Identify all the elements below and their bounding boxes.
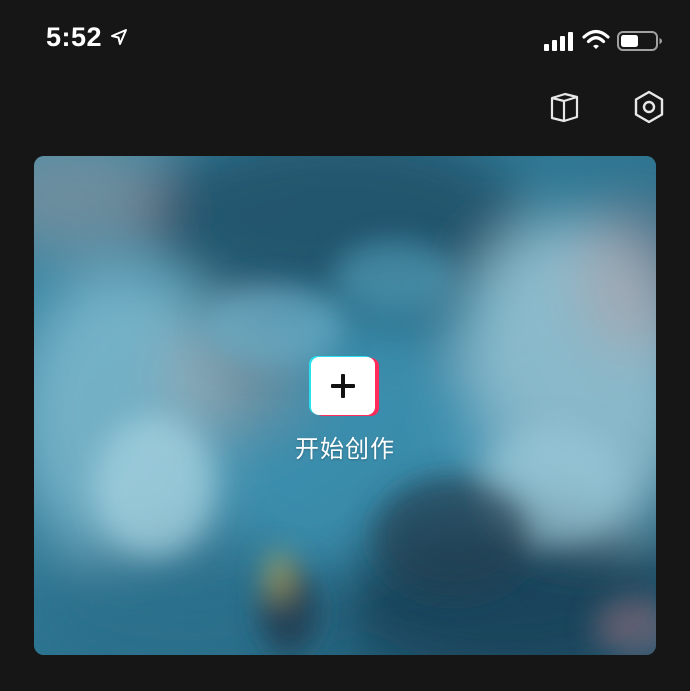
plus-icon bbox=[331, 374, 355, 398]
status-time: 5:52 bbox=[46, 22, 103, 52]
create-plus-button[interactable] bbox=[309, 356, 379, 416]
start-creation-label: 开始创作 bbox=[295, 435, 395, 463]
hexagon-gear-icon bbox=[634, 90, 664, 124]
plus-button-face bbox=[311, 357, 375, 415]
cellular-signal-icon bbox=[544, 32, 573, 51]
book-icon bbox=[550, 92, 579, 123]
home-screen: 5:52 开始创作 bbox=[0, 0, 690, 691]
wifi-icon bbox=[582, 29, 610, 49]
start-creation-card[interactable]: 开始创作 bbox=[34, 156, 656, 655]
location-arrow-icon bbox=[111, 29, 127, 45]
battery-icon bbox=[617, 31, 662, 51]
status-bar: 5:52 bbox=[0, 0, 690, 80]
settings-button[interactable] bbox=[630, 88, 668, 126]
tutorial-button[interactable] bbox=[546, 88, 584, 126]
